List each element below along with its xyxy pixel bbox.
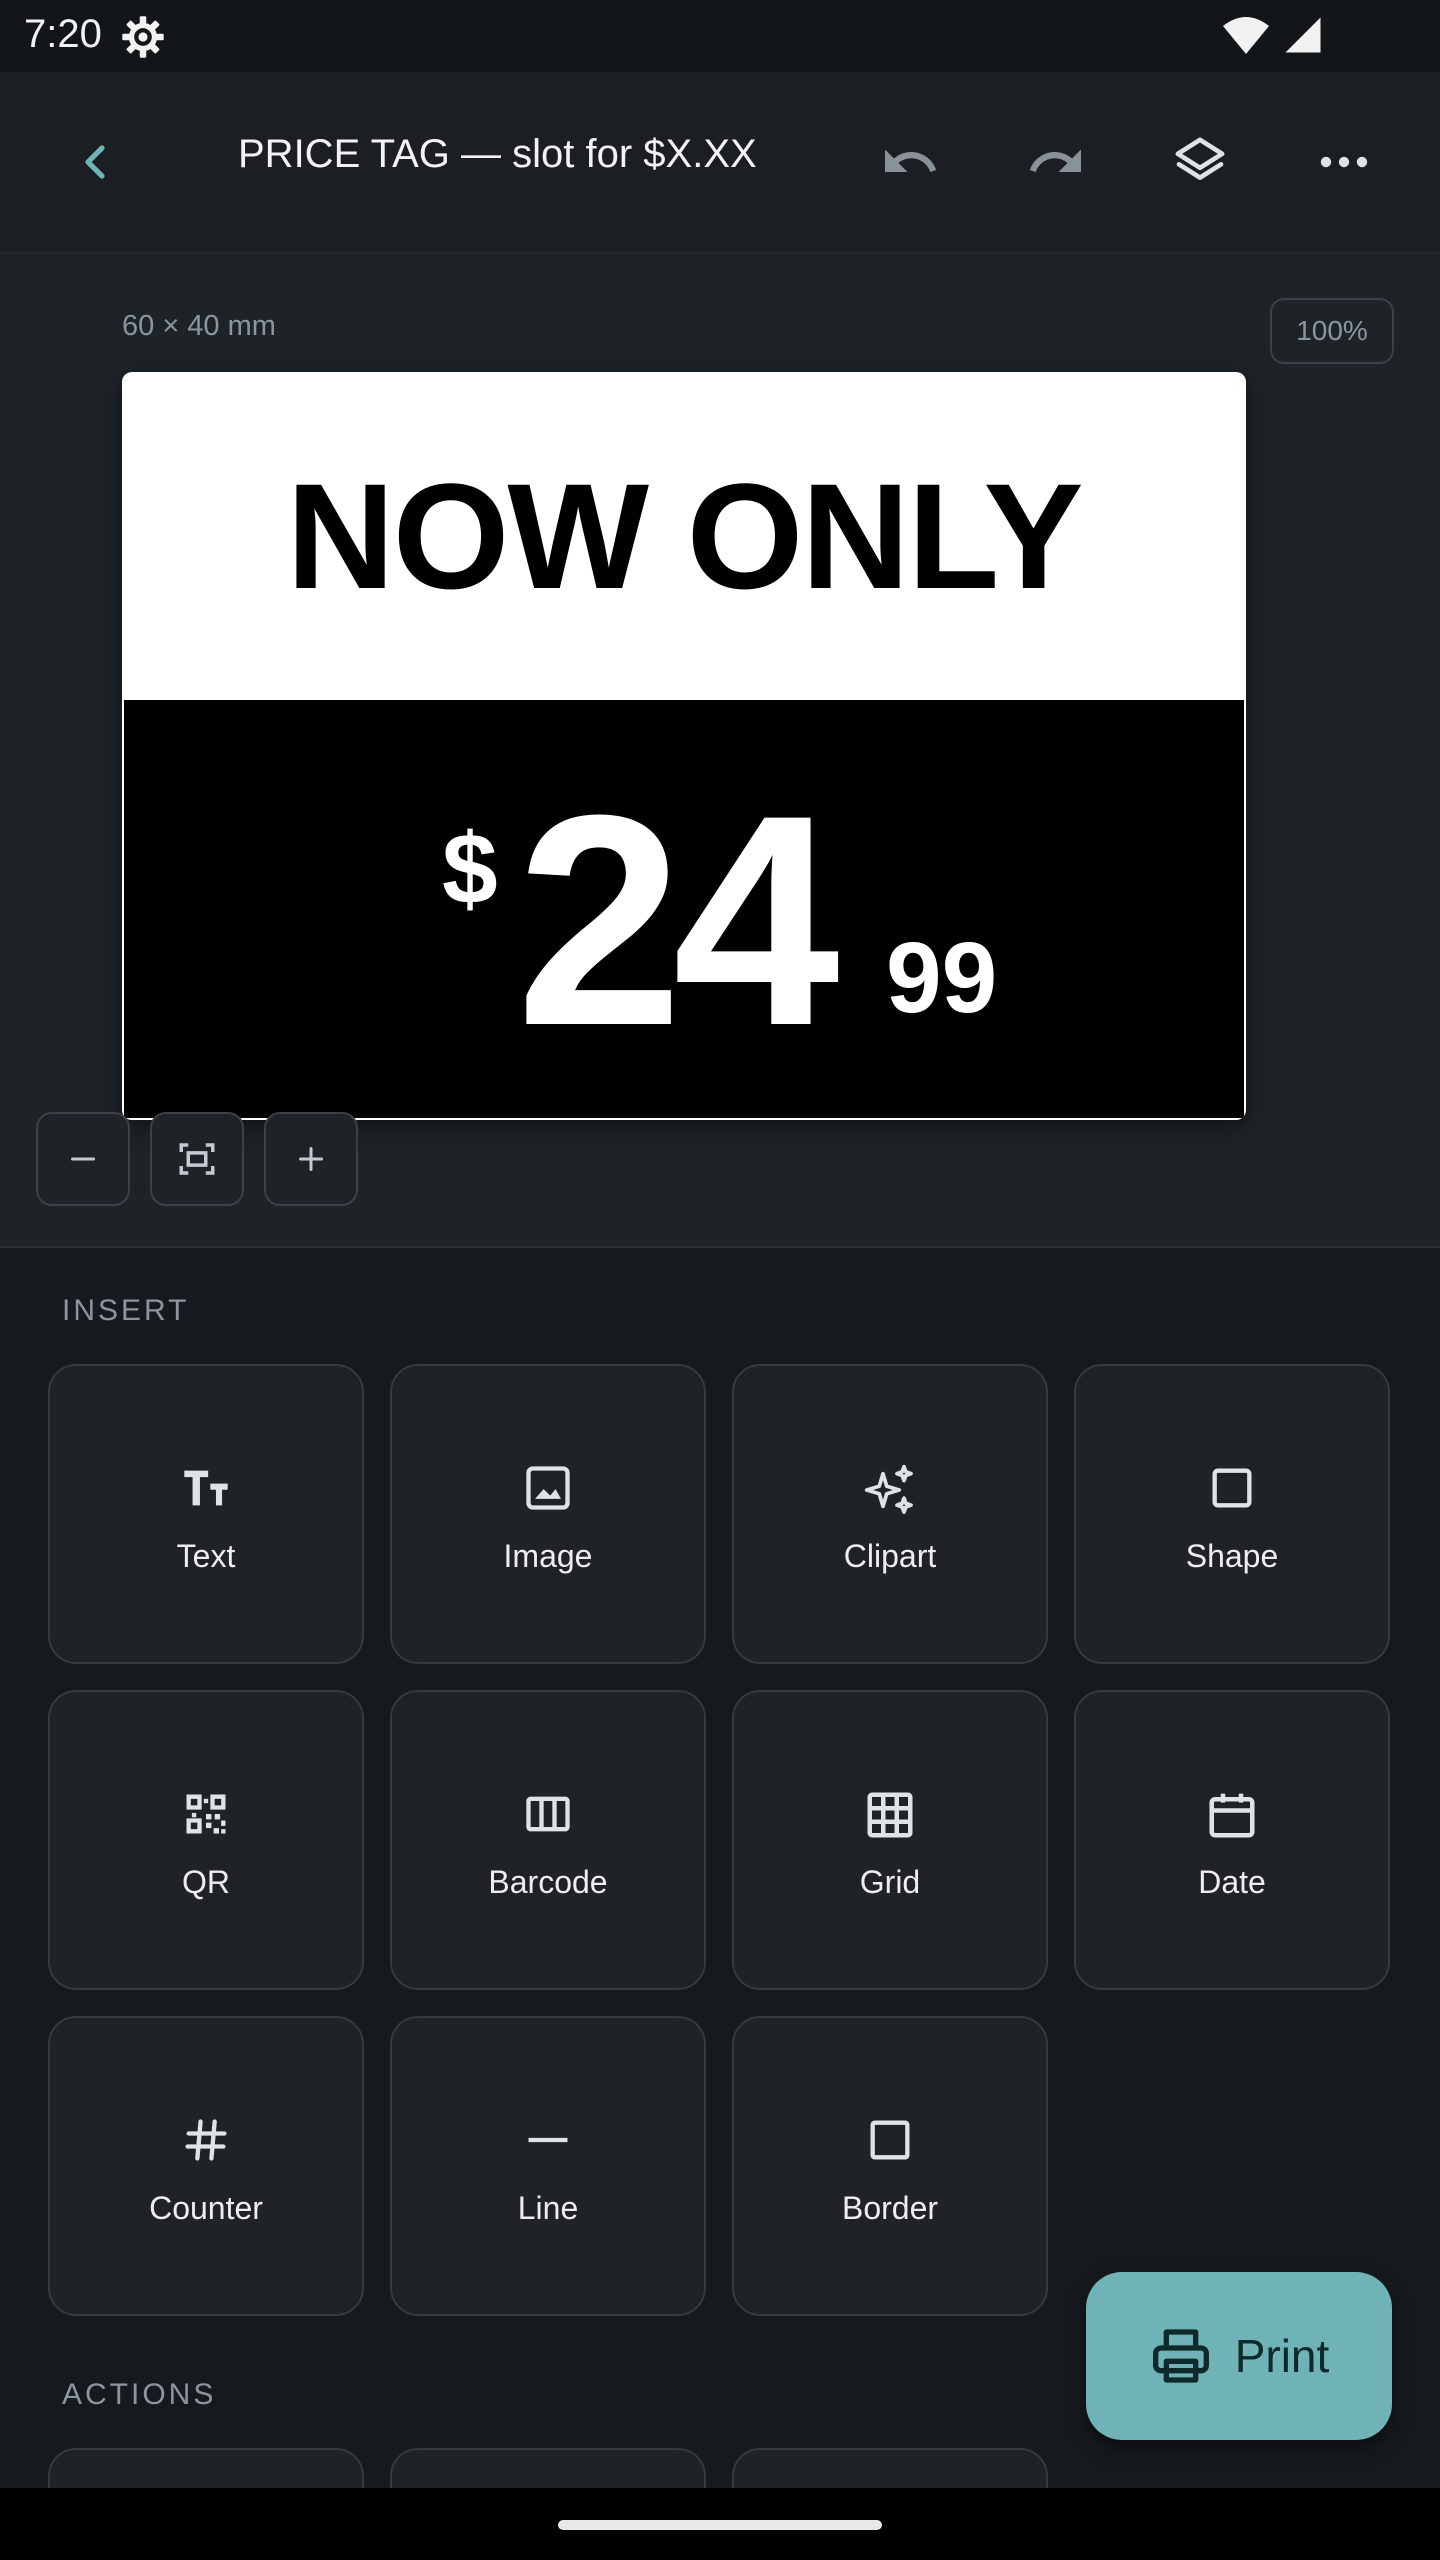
insert-image-label: Image xyxy=(503,1538,593,1574)
insert-shape-button[interactable]: Shape xyxy=(1074,1364,1390,1664)
square-icon xyxy=(1076,1462,1388,1514)
insert-border-label: Border xyxy=(841,2190,939,2226)
insert-qr-button[interactable]: QR xyxy=(48,1690,364,1990)
zoom-in-button[interactable] xyxy=(264,1112,358,1206)
action-tile[interactable] xyxy=(390,2448,706,2490)
insert-text-button[interactable]: Text xyxy=(48,1364,364,1664)
grid-icon xyxy=(734,1788,1046,1842)
qr-icon xyxy=(50,1788,362,1840)
insert-barcode-label: Barcode xyxy=(488,1864,608,1900)
actions-row xyxy=(0,2448,1440,2490)
insert-grid-label: Grid xyxy=(859,1864,921,1900)
undo-icon xyxy=(880,132,940,192)
insert-date-button[interactable]: Date xyxy=(1074,1690,1390,1990)
fit-screen-button[interactable] xyxy=(150,1112,244,1206)
layers-icon xyxy=(1172,134,1228,190)
redo-button[interactable] xyxy=(1008,114,1104,210)
insert-date-label: Date xyxy=(1198,1864,1266,1900)
more-icon xyxy=(1318,154,1370,170)
price-dollars: 24 xyxy=(516,752,840,1088)
text-icon xyxy=(50,1462,362,1514)
insert-image-button[interactable]: Image xyxy=(390,1364,706,1664)
insert-section-label: INSERT xyxy=(62,1294,190,1327)
status-time: 7:20 xyxy=(24,12,102,56)
line-icon xyxy=(392,2114,704,2166)
navigation-bar xyxy=(0,2488,1440,2560)
plus-icon xyxy=(293,1141,329,1177)
page-title: PRICE TAG — slot for $X.XX xyxy=(238,132,757,176)
signal-icon xyxy=(1282,14,1324,56)
insert-border-button[interactable]: Border xyxy=(732,2016,1048,2316)
back-button[interactable] xyxy=(48,114,144,210)
price-tag-canvas[interactable]: NOW ONLY $ 24 99 xyxy=(122,372,1246,1120)
more-button[interactable] xyxy=(1296,114,1392,210)
zoom-out-button[interactable] xyxy=(36,1112,130,1206)
image-icon xyxy=(392,1462,704,1514)
sparkle-icon xyxy=(734,1462,1046,1518)
calendar-icon xyxy=(1076,1788,1388,1842)
price-currency: $ xyxy=(442,813,498,925)
fit-screen-icon xyxy=(176,1138,218,1180)
zoom-level: 100% xyxy=(1296,315,1368,346)
tag-headline[interactable]: NOW ONLY xyxy=(122,372,1246,700)
hash-icon xyxy=(50,2114,362,2166)
status-bar: 7:20 xyxy=(0,0,1440,72)
insert-clipart-button[interactable]: Clipart xyxy=(732,1364,1048,1664)
action-tile[interactable] xyxy=(732,2448,1048,2490)
insert-text-label: Text xyxy=(176,1538,236,1574)
insert-qr-label: QR xyxy=(182,1864,230,1900)
back-icon xyxy=(72,138,120,186)
wifi-icon xyxy=(1222,14,1270,56)
actions-section-label: ACTIONS xyxy=(62,2378,217,2411)
tag-price-block[interactable]: $ 24 99 xyxy=(124,700,1244,1118)
print-button[interactable]: Print xyxy=(1086,2272,1392,2440)
home-indicator[interactable] xyxy=(558,2520,882,2530)
minus-icon xyxy=(65,1141,101,1177)
insert-clipart-label: Clipart xyxy=(843,1538,937,1574)
insert-line-button[interactable]: Line xyxy=(390,2016,706,2316)
barcode-icon xyxy=(392,1788,704,1840)
printer-icon xyxy=(1149,2324,1213,2388)
action-tile[interactable] xyxy=(48,2448,364,2490)
insert-counter-label: Counter xyxy=(149,2190,263,2226)
canvas-area: 60 × 40 mm 100% NOW ONLY $ 24 99 xyxy=(0,254,1440,1248)
zoom-level-badge[interactable]: 100% xyxy=(1270,298,1394,364)
insert-shape-label: Shape xyxy=(1185,1538,1279,1574)
app-bar: PRICE TAG — slot for $X.XX xyxy=(0,72,1440,254)
border-icon xyxy=(734,2114,1046,2166)
print-label: Print xyxy=(1234,2330,1330,2382)
redo-icon xyxy=(1026,132,1086,192)
gear-icon xyxy=(120,14,166,60)
insert-counter-button[interactable]: Counter xyxy=(48,2016,364,2316)
undo-button[interactable] xyxy=(862,114,958,210)
price-cents: 99 xyxy=(886,922,998,1034)
layers-button[interactable] xyxy=(1152,114,1248,210)
canvas-dimensions: 60 × 40 mm xyxy=(122,310,276,342)
insert-barcode-button[interactable]: Barcode xyxy=(390,1690,706,1990)
insert-grid-button[interactable]: Grid xyxy=(732,1690,1048,1990)
insert-line-label: Line xyxy=(517,2190,579,2226)
